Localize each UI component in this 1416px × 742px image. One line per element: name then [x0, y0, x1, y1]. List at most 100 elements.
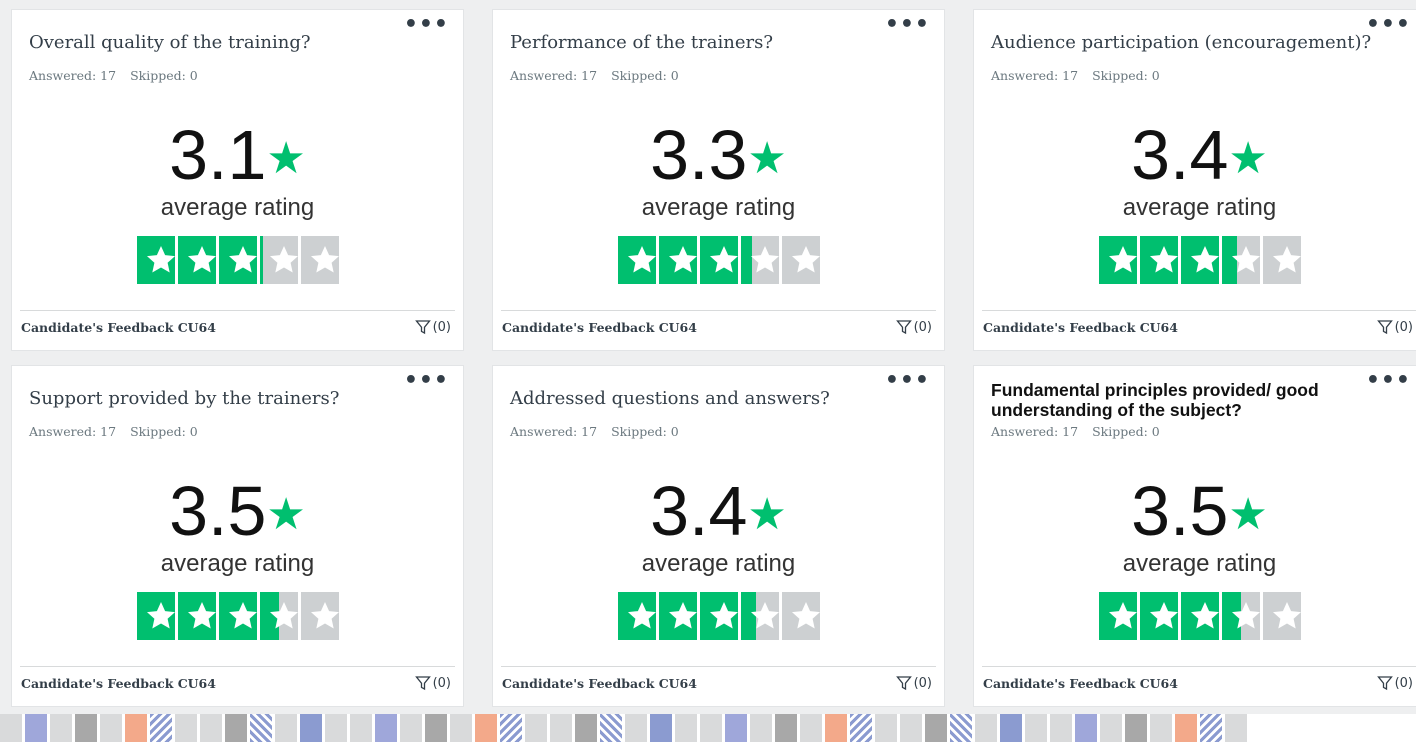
skipped-count: Skipped: 0	[130, 424, 198, 439]
rating-star	[177, 236, 216, 284]
more-options-icon[interactable]: •••	[1366, 370, 1411, 392]
pattern-tile	[625, 714, 647, 742]
response-stats: Answered: 17 Skipped: 0	[991, 68, 1160, 83]
rating-number: 3.5	[169, 472, 267, 550]
filter-button[interactable]: (0)	[1376, 675, 1413, 691]
rating-number: 3.1	[169, 116, 267, 194]
pattern-tile	[400, 714, 422, 742]
pattern-tile	[50, 714, 72, 742]
question-title: Addressed questions and answers?	[510, 388, 830, 409]
divider	[982, 666, 1416, 667]
rating-number: 3.3	[650, 116, 748, 194]
star-icon	[1232, 602, 1260, 629]
star-icon	[709, 602, 738, 629]
pattern-tile	[725, 714, 747, 742]
star-icon	[1150, 246, 1178, 273]
rating-star	[658, 236, 697, 284]
survey-name: Candidate's Feedback CU64	[983, 320, 1178, 335]
pattern-tile	[325, 714, 347, 742]
star-rating-bar	[1099, 236, 1301, 284]
pattern-tile	[750, 714, 772, 742]
filter-count: (0)	[913, 319, 932, 335]
pattern-tile	[250, 714, 272, 742]
average-rating-value: 3.5★	[12, 476, 463, 550]
pattern-tile	[1125, 714, 1147, 742]
pattern-tile	[425, 714, 447, 742]
pattern-tile	[1175, 714, 1197, 742]
pattern-tile	[1225, 714, 1247, 742]
star-icon	[269, 602, 298, 629]
pattern-tile	[1100, 714, 1122, 742]
pattern-tile	[450, 714, 472, 742]
rating-card: ••• Support provided by the trainers? An…	[11, 365, 464, 707]
filter-button[interactable]: (0)	[895, 319, 932, 335]
survey-name: Candidate's Feedback CU64	[21, 676, 216, 691]
pattern-tile	[500, 714, 522, 742]
pattern-tile	[1050, 714, 1072, 742]
pattern-tile	[1075, 714, 1097, 742]
filter-funnel-icon	[1376, 676, 1393, 691]
pattern-tile	[175, 714, 197, 742]
star-icon	[750, 602, 779, 629]
rating-star	[617, 592, 656, 640]
pattern-tile	[975, 714, 997, 742]
pattern-tile	[100, 714, 122, 742]
pattern-tile	[575, 714, 597, 742]
question-title: Audience participation (encouragement)?	[991, 32, 1372, 53]
pattern-tile	[775, 714, 797, 742]
filter-button[interactable]: (0)	[1376, 319, 1413, 335]
rating-star	[1222, 236, 1260, 284]
rating-star	[136, 236, 175, 284]
rating-card: ••• Addressed questions and answers? Ans…	[492, 365, 945, 707]
rating-star	[136, 592, 175, 640]
rating-number: 3.4	[650, 472, 748, 550]
star-icon	[627, 246, 656, 273]
rating-star	[1181, 592, 1219, 640]
pattern-tile	[700, 714, 722, 742]
star-icon	[709, 246, 738, 273]
pattern-tile	[675, 714, 697, 742]
pattern-tile	[0, 714, 22, 742]
star-icon	[1232, 246, 1260, 273]
filter-button[interactable]: (0)	[414, 675, 451, 691]
answered-count: Answered: 17	[29, 424, 117, 439]
answered-count: Answered: 17	[991, 68, 1079, 83]
response-stats: Answered: 17 Skipped: 0	[29, 68, 198, 83]
pattern-tile	[950, 714, 972, 742]
survey-name: Candidate's Feedback CU64	[983, 676, 1178, 691]
pattern-tile	[350, 714, 372, 742]
star-icon: ★	[747, 134, 787, 183]
skipped-count: Skipped: 0	[611, 68, 679, 83]
filter-button[interactable]: (0)	[414, 319, 451, 335]
star-icon	[228, 246, 257, 273]
average-rating-label: average rating	[1122, 550, 1277, 577]
pattern-tile	[125, 714, 147, 742]
star-rating-bar	[617, 236, 820, 284]
pattern-tile	[300, 714, 322, 742]
rating-star	[740, 236, 779, 284]
average-rating-value: 3.1★	[12, 120, 463, 194]
average-rating-label: average rating	[1122, 194, 1277, 221]
average-rating-value: 3.5★	[974, 476, 1416, 550]
response-stats: Answered: 17 Skipped: 0	[29, 424, 198, 439]
star-icon	[1109, 602, 1137, 629]
average-rating-label: average rating	[641, 194, 796, 221]
rating-star	[218, 236, 257, 284]
filter-funnel-icon	[895, 676, 912, 691]
pattern-tile	[375, 714, 397, 742]
filter-count: (0)	[432, 319, 451, 335]
rating-number: 3.5	[1131, 472, 1229, 550]
star-icon: ★	[1228, 490, 1268, 539]
star-icon	[791, 602, 820, 629]
rating-card: ••• Fundamental principles provided/ goo…	[973, 365, 1416, 707]
average-rating-value: 3.3★	[493, 120, 944, 194]
rating-number: 3.4	[1131, 116, 1229, 194]
skipped-count: Skipped: 0	[1092, 424, 1160, 439]
answered-count: Answered: 17	[510, 68, 598, 83]
skipped-count: Skipped: 0	[1092, 68, 1160, 83]
answered-count: Answered: 17	[510, 424, 598, 439]
filter-funnel-icon	[1376, 320, 1393, 335]
star-icon	[750, 246, 779, 273]
filter-button[interactable]: (0)	[895, 675, 932, 691]
rating-star	[1140, 592, 1178, 640]
